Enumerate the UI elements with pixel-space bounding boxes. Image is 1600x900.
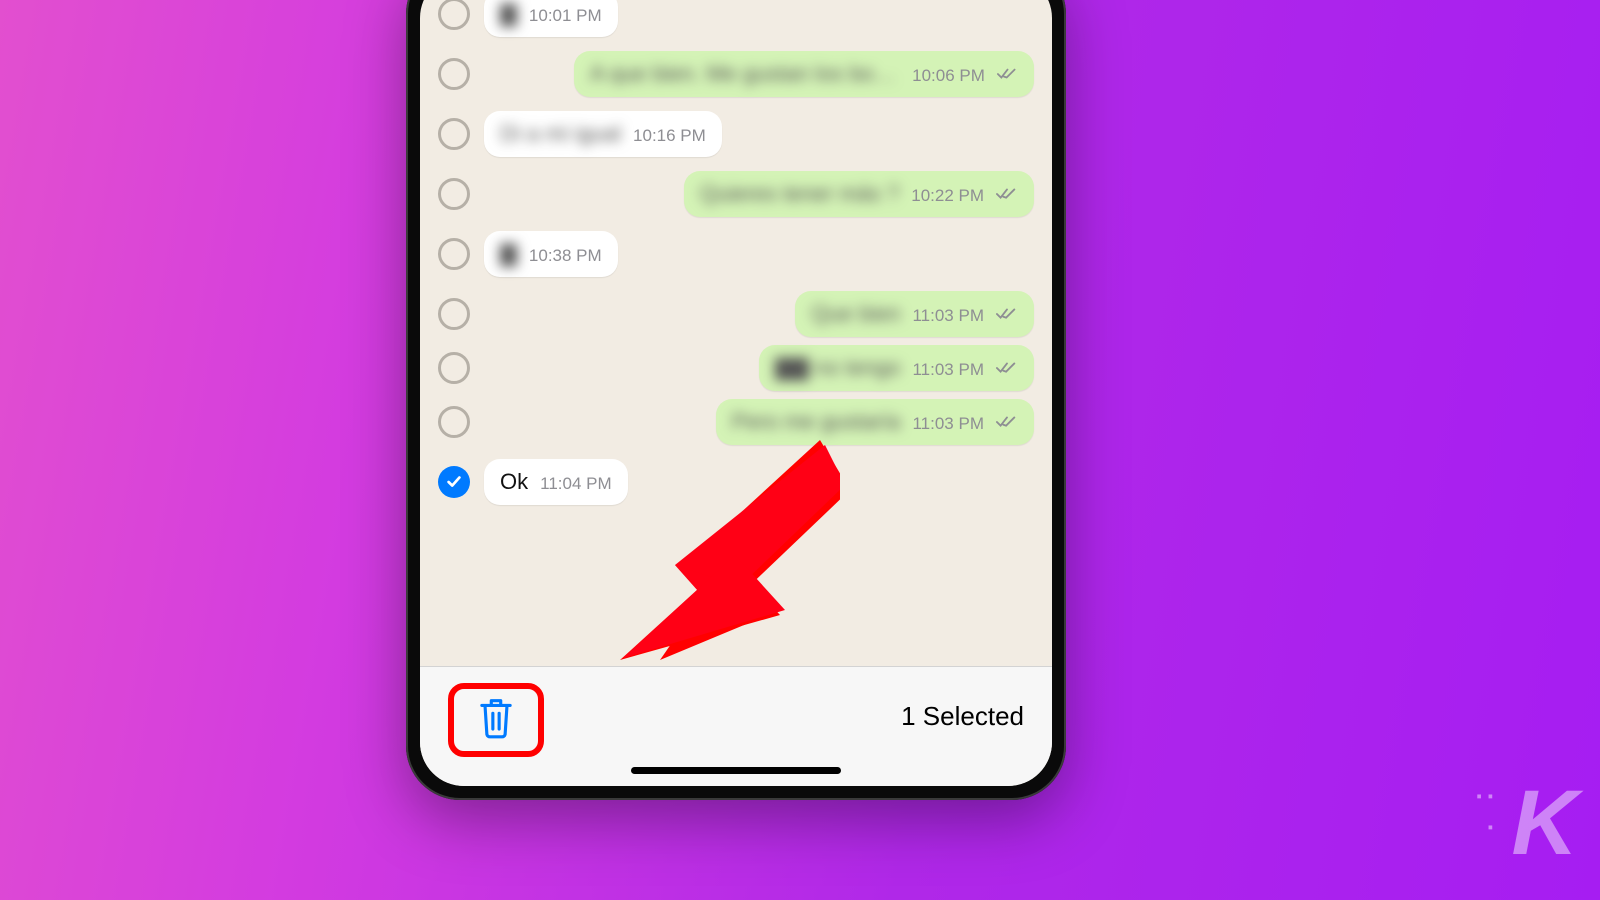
watermark-logo: ∙∙ ∙ K [1512, 771, 1572, 876]
phone-frame: ▇ 10:01 PM A que bien. Me gustan los bol… [406, 0, 1066, 800]
selection-count-label: 1 Selected [901, 701, 1024, 732]
watermark-letter: K [1512, 772, 1572, 874]
select-circle[interactable] [438, 118, 470, 150]
trash-icon [477, 696, 515, 740]
read-ticks-icon [997, 67, 1018, 81]
select-circle[interactable] [438, 406, 470, 438]
read-ticks-icon [996, 307, 1018, 321]
selection-toolbar: 1 Selected [420, 666, 1052, 786]
select-circle[interactable] [438, 58, 470, 90]
chat-message-list: ▇ 10:01 PM A que bien. Me gustan los bol… [420, 0, 1052, 666]
message-bubble-outgoing[interactable]: A que bien. Me gustan los bolsos 10:06 P… [574, 51, 1034, 97]
message-time: 10:01 PM [529, 6, 602, 26]
message-row[interactable]: Di a mi igual 10:16 PM [438, 108, 1034, 160]
message-row[interactable]: Ok 11:04 PM [438, 456, 1034, 508]
message-text: Quieres tener más ? [700, 181, 899, 207]
message-bubble-incoming[interactable]: ▇ 10:38 PM [484, 231, 618, 277]
message-bubble-incoming[interactable]: Ok 11:04 PM [484, 459, 628, 505]
message-text: Pero me gustaría [732, 409, 901, 435]
message-time: 10:38 PM [529, 246, 602, 266]
select-circle[interactable] [438, 0, 470, 30]
message-bubble-outgoing[interactable]: ▇▇ no tengo 11:03 PM [759, 345, 1034, 391]
message-bubble-incoming[interactable]: ▇ 10:01 PM [484, 0, 618, 37]
read-ticks-icon [996, 415, 1018, 429]
message-text: Que bien [811, 301, 900, 327]
select-circle-checked[interactable] [438, 466, 470, 498]
message-text: ▇ [500, 1, 517, 27]
message-row[interactable]: ▇▇ no tengo 11:03 PM [438, 342, 1034, 394]
message-bubble-incoming[interactable]: Di a mi igual 10:16 PM [484, 111, 722, 157]
message-time: 11:03 PM [912, 306, 984, 326]
message-time: 10:22 PM [911, 186, 984, 206]
message-time: 10:06 PM [912, 66, 985, 86]
message-time: 11:03 PM [912, 414, 984, 434]
message-row[interactable]: ▇ 10:38 PM [438, 228, 1034, 280]
message-row[interactable]: Que bien 11:03 PM [438, 288, 1034, 340]
select-circle[interactable] [438, 238, 470, 270]
message-row[interactable]: A que bien. Me gustan los bolsos 10:06 P… [438, 48, 1034, 100]
message-bubble-outgoing[interactable]: Que bien 11:03 PM [795, 291, 1034, 337]
message-row[interactable]: Pero me gustaría 11:03 PM [438, 396, 1034, 448]
delete-button[interactable] [477, 696, 515, 745]
message-time: 11:04 PM [540, 474, 612, 494]
message-text: ▇ [500, 241, 517, 267]
watermark-dots-icon: ∙∙ ∙ [1476, 781, 1498, 843]
phone-screen: ▇ 10:01 PM A que bien. Me gustan los bol… [420, 0, 1052, 786]
message-text: A que bien. Me gustan los bolsos [590, 61, 900, 87]
home-indicator[interactable] [631, 767, 841, 774]
message-row[interactable]: Quieres tener más ? 10:22 PM [438, 168, 1034, 220]
message-row[interactable]: ▇ 10:01 PM [438, 0, 1034, 40]
message-bubble-outgoing[interactable]: Quieres tener más ? 10:22 PM [684, 171, 1034, 217]
message-text: ▇▇ no tengo [775, 355, 901, 381]
select-circle[interactable] [438, 352, 470, 384]
read-ticks-icon [996, 187, 1018, 201]
select-circle[interactable] [438, 178, 470, 210]
select-circle[interactable] [438, 298, 470, 330]
read-ticks-icon [996, 361, 1018, 375]
check-icon [445, 473, 463, 491]
canvas: ▇ 10:01 PM A que bien. Me gustan los bol… [0, 0, 1600, 900]
message-bubble-outgoing[interactable]: Pero me gustaría 11:03 PM [716, 399, 1034, 445]
message-time: 11:03 PM [912, 360, 984, 380]
message-text: Di a mi igual [500, 121, 621, 147]
message-time: 10:16 PM [633, 126, 706, 146]
annotation-highlight-box [448, 683, 544, 757]
message-text: Ok [500, 469, 528, 495]
